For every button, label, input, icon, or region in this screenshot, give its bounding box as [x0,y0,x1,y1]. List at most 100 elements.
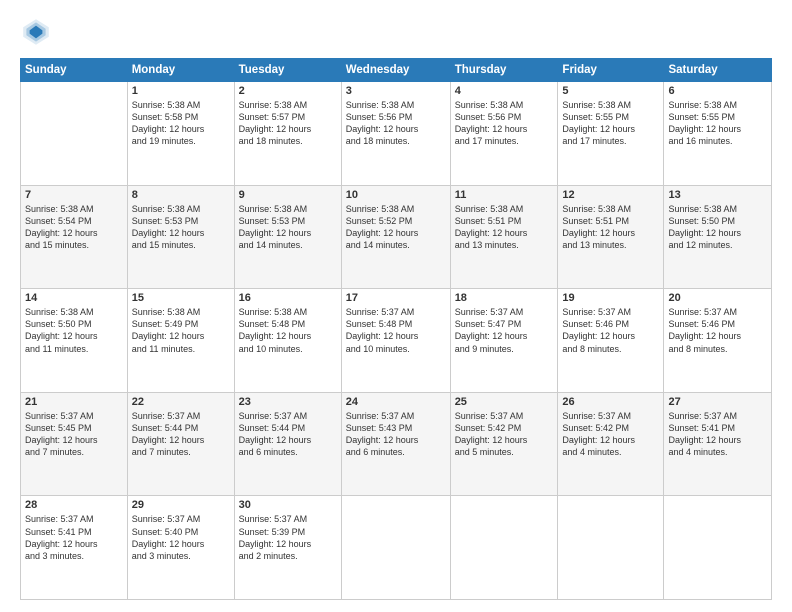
cell-content: Sunrise: 5:37 AMSunset: 5:48 PMDaylight:… [346,307,419,353]
day-number: 8 [132,189,230,201]
calendar-cell [664,496,772,600]
calendar-cell: 11 Sunrise: 5:38 AMSunset: 5:51 PMDayligh… [450,185,558,289]
cell-content: Sunrise: 5:37 AMSunset: 5:46 PMDaylight:… [668,307,741,353]
day-number: 24 [346,396,446,408]
day-number: 30 [239,499,337,511]
day-number: 13 [668,189,767,201]
calendar-week-3: 14 Sunrise: 5:38 AMSunset: 5:50 PMDayligh… [21,289,772,393]
day-number: 3 [346,85,446,97]
calendar-cell: 29Sunrise: 5:37 AMSunset: 5:40 PMDayligh… [127,496,234,600]
calendar-cell: 28 Sunrise: 5:37 AMSunset: 5:41 PMDayligh… [21,496,128,600]
cell-content: Sunrise: 5:38 AMSunset: 5:51 PMDaylight:… [562,204,635,250]
calendar-cell [450,496,558,600]
cell-content: Sunrise: 5:37 AMSunset: 5:43 PMDaylight:… [346,411,419,457]
calendar-cell: 21Sunrise: 5:37 AMSunset: 5:45 PMDayligh… [21,392,128,496]
calendar-cell: 24 Sunrise: 5:37 AMSunset: 5:43 PMDayligh… [341,392,450,496]
calendar-header-row: SundayMondayTuesdayWednesdayThursdayFrid… [21,59,772,82]
calendar-week-1: 1 Sunrise: 5:38 AMSunset: 5:58 PMDaylight… [21,82,772,186]
day-number: 20 [668,292,767,304]
cell-content: Sunrise: 5:38 AMSunset: 5:50 PMDaylight:… [668,204,741,250]
calendar-header-friday: Friday [558,59,664,82]
calendar-cell: 17 Sunrise: 5:37 AMSunset: 5:48 PMDayligh… [341,289,450,393]
cell-content: Sunrise: 5:38 AMSunset: 5:49 PMDaylight:… [132,307,205,353]
day-number: 6 [668,85,767,97]
cell-content: Sunrise: 5:38 AMSunset: 5:57 PMDaylight:… [239,100,312,146]
calendar-week-5: 28 Sunrise: 5:37 AMSunset: 5:41 PMDayligh… [21,496,772,600]
cell-content: Sunrise: 5:38 AMSunset: 5:54 PMDaylight:… [25,204,98,250]
cell-content: Sunrise: 5:38 AMSunset: 5:58 PMDaylight:… [132,100,205,146]
day-number: 14 [25,292,123,304]
calendar-cell: 13 Sunrise: 5:38 AMSunset: 5:50 PMDayligh… [664,185,772,289]
calendar-cell: 10Sunrise: 5:38 AMSunset: 5:52 PMDayligh… [341,185,450,289]
cell-content: Sunrise: 5:38 AMSunset: 5:55 PMDaylight:… [562,100,635,146]
calendar-header-wednesday: Wednesday [341,59,450,82]
calendar-cell: 12 Sunrise: 5:38 AMSunset: 5:51 PMDayligh… [558,185,664,289]
cell-content: Sunrise: 5:38 AMSunset: 5:55 PMDaylight:… [668,100,741,146]
day-number: 10 [346,189,446,201]
cell-content: Sunrise: 5:37 AMSunset: 5:46 PMDaylight:… [562,307,635,353]
day-number: 17 [346,292,446,304]
day-number: 15 [132,292,230,304]
day-number: 26 [562,396,659,408]
calendar-cell [21,82,128,186]
calendar: SundayMondayTuesdayWednesdayThursdayFrid… [20,58,772,600]
cell-content: Sunrise: 5:38 AMSunset: 5:50 PMDaylight:… [25,307,98,353]
cell-content: Sunrise: 5:37 AMSunset: 5:47 PMDaylight:… [455,307,528,353]
calendar-cell: 4 Sunrise: 5:38 AMSunset: 5:56 PMDaylight… [450,82,558,186]
calendar-cell: 2 Sunrise: 5:38 AMSunset: 5:57 PMDaylight… [234,82,341,186]
calendar-cell: 18 Sunrise: 5:37 AMSunset: 5:47 PMDayligh… [450,289,558,393]
cell-content: Sunrise: 5:38 AMSunset: 5:56 PMDaylight:… [455,100,528,146]
cell-content: Sunrise: 5:37 AMSunset: 5:42 PMDaylight:… [455,411,528,457]
day-number: 9 [239,189,337,201]
cell-content: Sunrise: 5:37 AMSunset: 5:44 PMDaylight:… [132,411,205,457]
day-number: 5 [562,85,659,97]
day-number: 27 [668,396,767,408]
header [20,16,772,48]
calendar-week-4: 21Sunrise: 5:37 AMSunset: 5:45 PMDayligh… [21,392,772,496]
day-number: 28 [25,499,123,511]
page: SundayMondayTuesdayWednesdayThursdayFrid… [0,0,792,612]
calendar-cell: 16Sunrise: 5:38 AMSunset: 5:48 PMDayligh… [234,289,341,393]
calendar-cell [341,496,450,600]
cell-content: Sunrise: 5:37 AMSunset: 5:41 PMDaylight:… [25,514,98,560]
cell-content: Sunrise: 5:37 AMSunset: 5:42 PMDaylight:… [562,411,635,457]
calendar-cell: 15 Sunrise: 5:38 AMSunset: 5:49 PMDayligh… [127,289,234,393]
calendar-cell: 23 Sunrise: 5:37 AMSunset: 5:44 PMDayligh… [234,392,341,496]
calendar-cell: 20 Sunrise: 5:37 AMSunset: 5:46 PMDayligh… [664,289,772,393]
calendar-cell: 3Sunrise: 5:38 AMSunset: 5:56 PMDaylight… [341,82,450,186]
day-number: 11 [455,189,554,201]
day-number: 25 [455,396,554,408]
calendar-cell: 1 Sunrise: 5:38 AMSunset: 5:58 PMDaylight… [127,82,234,186]
calendar-header-saturday: Saturday [664,59,772,82]
day-number: 4 [455,85,554,97]
logo [20,16,56,48]
calendar-cell [558,496,664,600]
cell-content: Sunrise: 5:38 AMSunset: 5:51 PMDaylight:… [455,204,528,250]
calendar-header-tuesday: Tuesday [234,59,341,82]
calendar-cell: 6 Sunrise: 5:38 AMSunset: 5:55 PMDaylight… [664,82,772,186]
cell-content: Sunrise: 5:37 AMSunset: 5:44 PMDaylight:… [239,411,312,457]
calendar-week-2: 7 Sunrise: 5:38 AMSunset: 5:54 PMDaylight… [21,185,772,289]
day-number: 23 [239,396,337,408]
cell-content: Sunrise: 5:37 AMSunset: 5:39 PMDaylight:… [239,514,312,560]
calendar-header-sunday: Sunday [21,59,128,82]
logo-icon [20,16,52,48]
calendar-cell: 19 Sunrise: 5:37 AMSunset: 5:46 PMDayligh… [558,289,664,393]
day-number: 22 [132,396,230,408]
day-number: 7 [25,189,123,201]
day-number: 18 [455,292,554,304]
day-number: 16 [239,292,337,304]
calendar-header-thursday: Thursday [450,59,558,82]
cell-content: Sunrise: 5:37 AMSunset: 5:41 PMDaylight:… [668,411,741,457]
day-number: 12 [562,189,659,201]
calendar-cell: 5 Sunrise: 5:38 AMSunset: 5:55 PMDaylight… [558,82,664,186]
day-number: 29 [132,499,230,511]
day-number: 19 [562,292,659,304]
calendar-cell: 9Sunrise: 5:38 AMSunset: 5:53 PMDaylight… [234,185,341,289]
calendar-cell: 22 Sunrise: 5:37 AMSunset: 5:44 PMDayligh… [127,392,234,496]
calendar-cell: 26 Sunrise: 5:37 AMSunset: 5:42 PMDayligh… [558,392,664,496]
day-number: 1 [132,85,230,97]
calendar-cell: 7 Sunrise: 5:38 AMSunset: 5:54 PMDaylight… [21,185,128,289]
calendar-cell: 14 Sunrise: 5:38 AMSunset: 5:50 PMDayligh… [21,289,128,393]
day-number: 2 [239,85,337,97]
